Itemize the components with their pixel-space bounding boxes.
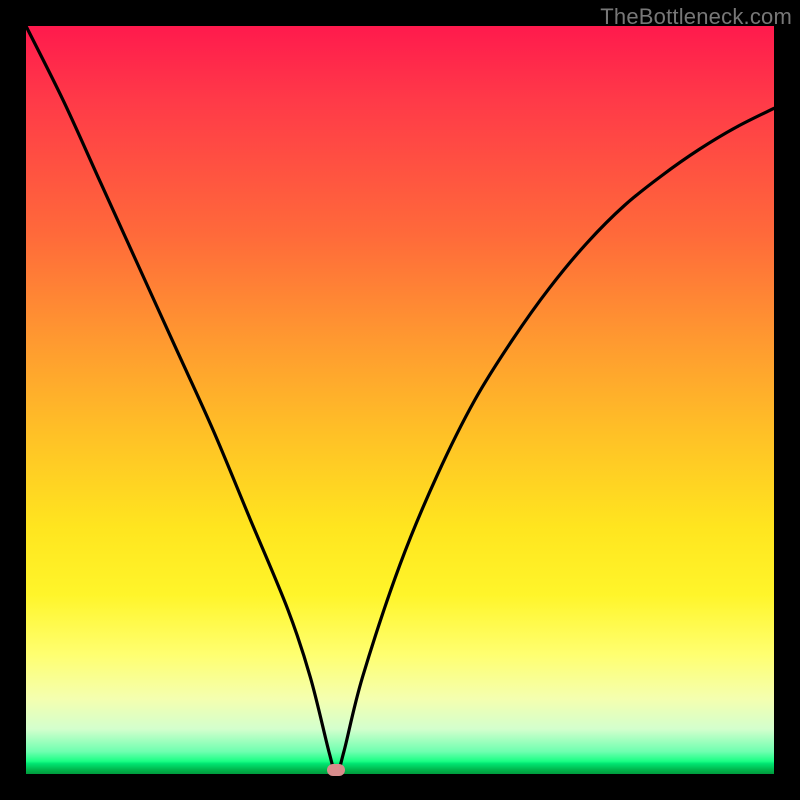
- watermark-text: TheBottleneck.com: [600, 4, 792, 30]
- bottleneck-curve: [26, 26, 774, 774]
- chart-frame: TheBottleneck.com: [0, 0, 800, 800]
- plot-area: [26, 26, 774, 774]
- curve-minimum-marker: [327, 764, 345, 776]
